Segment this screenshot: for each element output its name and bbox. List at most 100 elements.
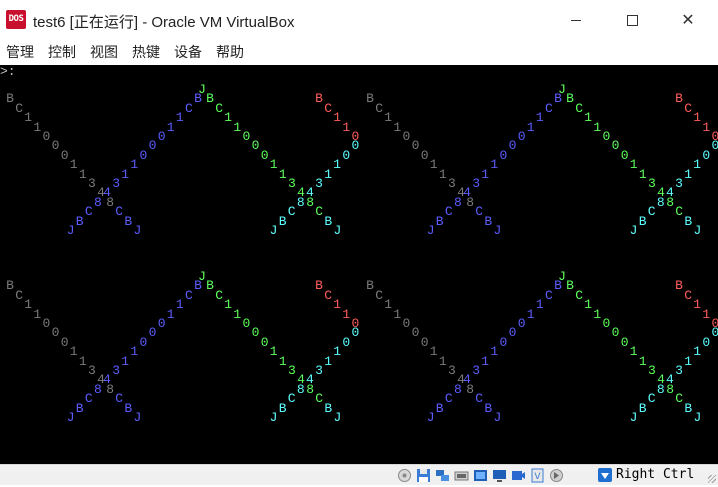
vm-char: B (435, 400, 444, 416)
vm-char: 1 (324, 353, 332, 369)
vm-char: J (426, 223, 435, 238)
vm-char: 3 (315, 176, 323, 191)
vm-char: 3 (675, 176, 683, 191)
mouse-integration-icon[interactable] (548, 467, 564, 483)
vm-char: J (66, 223, 75, 238)
vm-char: J (333, 410, 342, 425)
vm-char: 8 (93, 194, 102, 210)
vm-char: 8 (453, 381, 462, 397)
vm-char: C (444, 204, 453, 220)
vm-char: B (75, 213, 84, 229)
vm-char: 0 (351, 138, 360, 154)
vm-char: 4 (103, 185, 111, 201)
disk-icon[interactable] (396, 467, 412, 483)
vm-char: 0 (139, 334, 148, 350)
vm-char: 3 (472, 176, 480, 191)
vm-char: 1 (121, 353, 130, 369)
vm-display[interactable]: >: BC1100011348CBJBC1100011348CBJJBC1100… (0, 65, 718, 464)
vm-char: 1 (175, 110, 184, 126)
resize-grip[interactable] (708, 475, 716, 483)
menu-bar: 管理 控制 视图 热键 设备 帮助 (0, 40, 718, 64)
menu-view[interactable]: 视图 (83, 40, 125, 64)
vm-char: B (435, 213, 444, 229)
title-bar[interactable]: DOS test6 [正在运行] - Oracle VM VirtualBox … (0, 0, 718, 40)
vm-char: 4 (665, 185, 674, 201)
window-title: test6 [正在运行] - Oracle VM VirtualBox (33, 14, 295, 31)
vm-char: 1 (693, 344, 702, 360)
vm-char: C (544, 287, 553, 303)
menu-manage[interactable]: 管理 (0, 40, 41, 64)
vm-char: J (493, 410, 502, 425)
vm-char: 0 (711, 325, 718, 341)
vm-char: 4 (305, 185, 314, 201)
vm-char: 0 (702, 334, 711, 350)
floppy-icon[interactable] (415, 467, 431, 483)
app-icon: DOS (6, 10, 26, 29)
vm-char: 3 (112, 363, 120, 378)
host-key-label[interactable]: Right Ctrl (616, 467, 694, 483)
cpu-icon[interactable]: V (529, 467, 545, 483)
vm-char: B (278, 213, 287, 229)
vm-char: 1 (166, 306, 175, 322)
display-icon[interactable] (491, 467, 507, 483)
vm-char: 0 (508, 138, 517, 154)
vm-char: 1 (175, 297, 184, 313)
vm-char: 3 (315, 363, 323, 378)
vm-char: J (133, 223, 142, 238)
vm-char: 1 (526, 119, 535, 135)
vm-char: C (647, 204, 656, 220)
minimize-icon (571, 19, 581, 21)
vm-char: C (84, 391, 93, 407)
vm-char: 1 (526, 306, 535, 322)
status-bar: V Right Ctrl (0, 464, 718, 485)
vm-char: C (84, 204, 93, 220)
vm-char: J (629, 410, 638, 425)
close-button[interactable]: ✕ (660, 0, 716, 40)
vm-char: C (444, 391, 453, 407)
vm-char: 0 (342, 334, 351, 350)
shared-folder-icon[interactable] (472, 467, 488, 483)
vm-char: 0 (517, 316, 526, 331)
vm-char: 3 (112, 176, 120, 191)
vm-char: J (133, 410, 142, 425)
vm-char: 1 (481, 166, 490, 182)
vm-char: 0 (157, 129, 166, 144)
vm-char: J (269, 410, 278, 425)
vm-char: 1 (684, 166, 692, 182)
vm-char: 4 (305, 372, 314, 388)
vm-char: 0 (508, 325, 517, 341)
vm-char: 1 (166, 119, 175, 135)
vm-char: 3 (472, 363, 480, 378)
vm-char: 1 (535, 110, 544, 126)
vm-char: 8 (296, 194, 305, 210)
menu-help[interactable]: 帮助 (209, 40, 251, 64)
menu-control[interactable]: 控制 (41, 40, 83, 64)
vm-char: C (287, 391, 296, 407)
vm-char: J (693, 410, 702, 425)
vm-char: C (287, 204, 296, 220)
maximize-button[interactable] (604, 0, 660, 40)
vm-char: 0 (351, 325, 360, 341)
minimize-button[interactable] (548, 0, 604, 40)
vm-char: 1 (481, 353, 490, 369)
svg-text:V: V (534, 472, 541, 482)
vm-char: J (66, 410, 75, 425)
vm-char: 1 (130, 157, 139, 173)
menu-hotkeys[interactable]: 热键 (125, 40, 167, 64)
host-key-arrow-icon (598, 468, 612, 482)
vm-char: 3 (675, 363, 683, 378)
vm-char: 8 (656, 194, 665, 210)
vm-char: 4 (463, 185, 471, 201)
vm-char: C (184, 287, 193, 303)
vm-char: 1 (693, 157, 702, 173)
menu-devices[interactable]: 设备 (167, 40, 209, 64)
vm-char: C (647, 391, 656, 407)
video-capture-icon[interactable] (510, 467, 526, 483)
vm-char: B (278, 400, 287, 416)
vm-char: 4 (103, 372, 111, 388)
maximize-icon (626, 14, 638, 26)
network-icon[interactable] (434, 467, 450, 483)
vm-char: J (629, 223, 638, 238)
vm-char: 1 (333, 344, 342, 360)
usb-icon[interactable] (453, 467, 469, 483)
